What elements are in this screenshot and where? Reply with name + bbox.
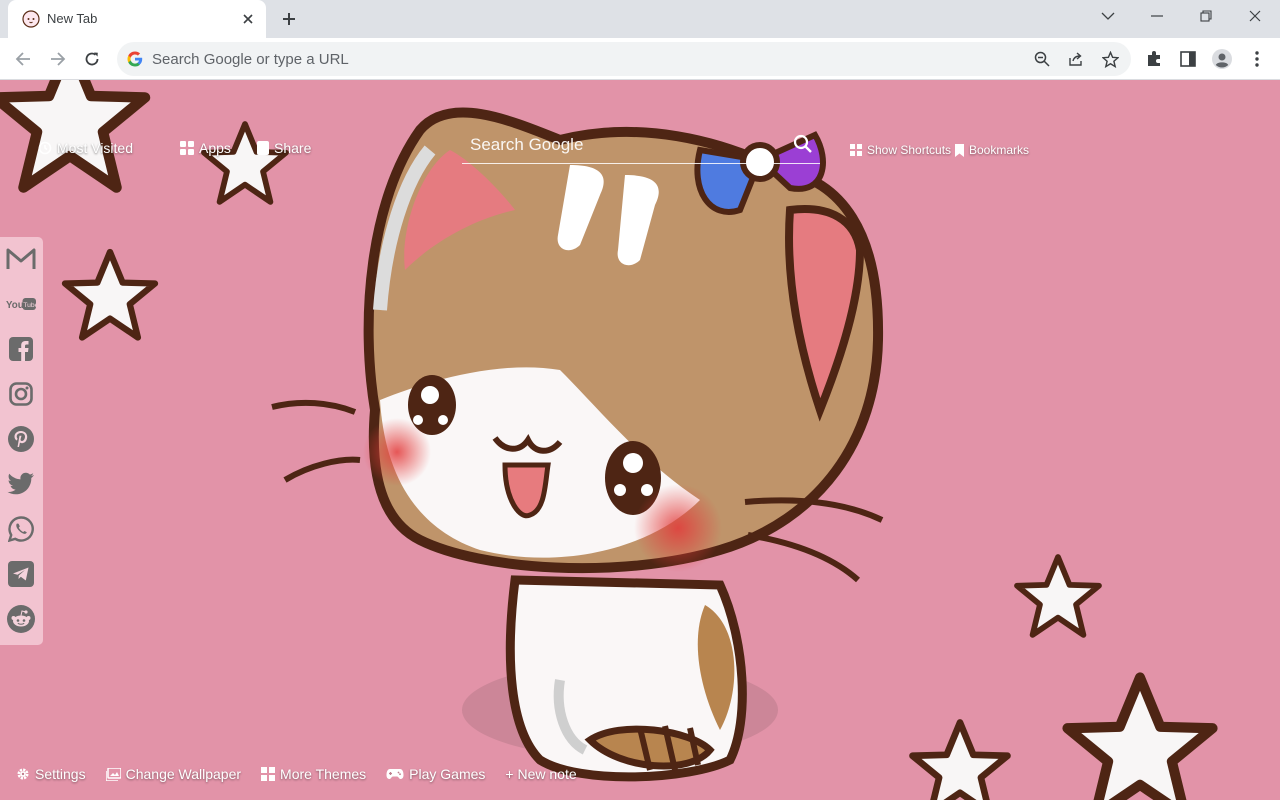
settings-label: Settings [35, 766, 86, 782]
close-tab-icon[interactable] [238, 9, 258, 29]
forward-button[interactable] [45, 46, 71, 72]
bottom-bar: Settings Change Wallpaper More Themes Pl… [16, 766, 577, 782]
profile-avatar-icon[interactable] [1212, 49, 1232, 69]
google-g-icon [127, 51, 143, 67]
browser-toolbar: Search Google or type a URL [0, 38, 1280, 80]
shortcuts-grid-icon [850, 144, 862, 156]
extensions-puzzle-icon[interactable] [1144, 49, 1164, 69]
gamepad-icon [386, 769, 404, 779]
change-wallpaper-label: Change Wallpaper [125, 766, 242, 782]
bookmark-star-icon[interactable] [1101, 50, 1119, 68]
pinterest-icon[interactable] [6, 424, 36, 454]
new-note-link[interactable]: + New note [505, 766, 576, 782]
apps-link[interactable]: Apps [180, 140, 231, 156]
new-note-label: + New note [505, 766, 577, 782]
tab-strip: New Tab [0, 0, 1280, 38]
bookmark-icon [955, 143, 964, 157]
play-games-label: Play Games [409, 766, 486, 782]
search-icon[interactable] [792, 133, 814, 155]
themes-grid-icon [261, 767, 276, 781]
settings-link[interactable]: Settings [16, 766, 86, 782]
gear-icon [17, 768, 29, 780]
whatsapp-icon[interactable] [6, 514, 36, 544]
tab-new-tab[interactable]: New Tab [8, 0, 266, 38]
play-games-link[interactable]: Play Games [386, 766, 485, 782]
new-tab-page: Most Visited Apps Share Show Shortcuts B… [0, 80, 1280, 800]
svg-text:You: You [6, 300, 24, 311]
close-window-icon[interactable] [1240, 4, 1270, 28]
show-shortcuts-label: Show Shortcuts [867, 143, 952, 157]
more-themes-label: More Themes [280, 766, 367, 782]
change-wallpaper-link[interactable]: Change Wallpaper [105, 766, 242, 782]
omnibox-placeholder: Search Google or type a URL [152, 51, 349, 68]
apps-label: Apps [199, 140, 231, 156]
more-themes-link[interactable]: More Themes [261, 766, 366, 782]
cat-favicon-icon [22, 10, 40, 28]
wallpaper-icon [105, 767, 121, 781]
bookmarks-link[interactable]: Bookmarks [955, 143, 1029, 157]
share-icon [257, 141, 269, 155]
share-link[interactable]: Share [257, 140, 311, 156]
minimize-icon[interactable] [1142, 4, 1172, 28]
menu-kebab-icon[interactable] [1247, 49, 1267, 69]
reddit-icon[interactable] [6, 604, 36, 634]
tab-title: New Tab [47, 11, 98, 26]
svg-text:Tube: Tube [23, 302, 36, 309]
new-tab-button[interactable] [277, 7, 301, 31]
ntp-search-input[interactable] [470, 135, 770, 155]
twitter-icon[interactable] [6, 469, 36, 499]
show-shortcuts-link[interactable]: Show Shortcuts [850, 143, 951, 157]
kitten-wallpaper [0, 80, 1280, 800]
omnibox[interactable]: Search Google or type a URL [117, 42, 1131, 76]
telegram-icon[interactable] [6, 559, 36, 589]
youtube-icon[interactable]: YouTube [6, 289, 36, 319]
reload-button[interactable] [79, 46, 105, 72]
history-icon [38, 141, 52, 155]
bookmarks-label: Bookmarks [969, 143, 1030, 157]
social-sidebar: YouTube [0, 237, 43, 645]
most-visited-link[interactable]: Most Visited [38, 140, 133, 156]
gmail-icon[interactable] [6, 244, 36, 274]
share-page-icon[interactable] [1067, 50, 1085, 68]
share-label: Share [274, 140, 312, 156]
zoom-icon[interactable] [1033, 50, 1051, 68]
most-visited-label: Most Visited [57, 140, 133, 156]
apps-grid-icon [180, 141, 194, 155]
facebook-icon[interactable] [6, 334, 36, 364]
tab-search-chevron-icon[interactable] [1093, 4, 1123, 28]
side-panel-icon[interactable] [1178, 49, 1198, 69]
restore-icon[interactable] [1191, 4, 1221, 28]
ntp-search-box [462, 130, 820, 164]
instagram-icon[interactable] [6, 379, 36, 409]
back-button[interactable] [10, 46, 36, 72]
